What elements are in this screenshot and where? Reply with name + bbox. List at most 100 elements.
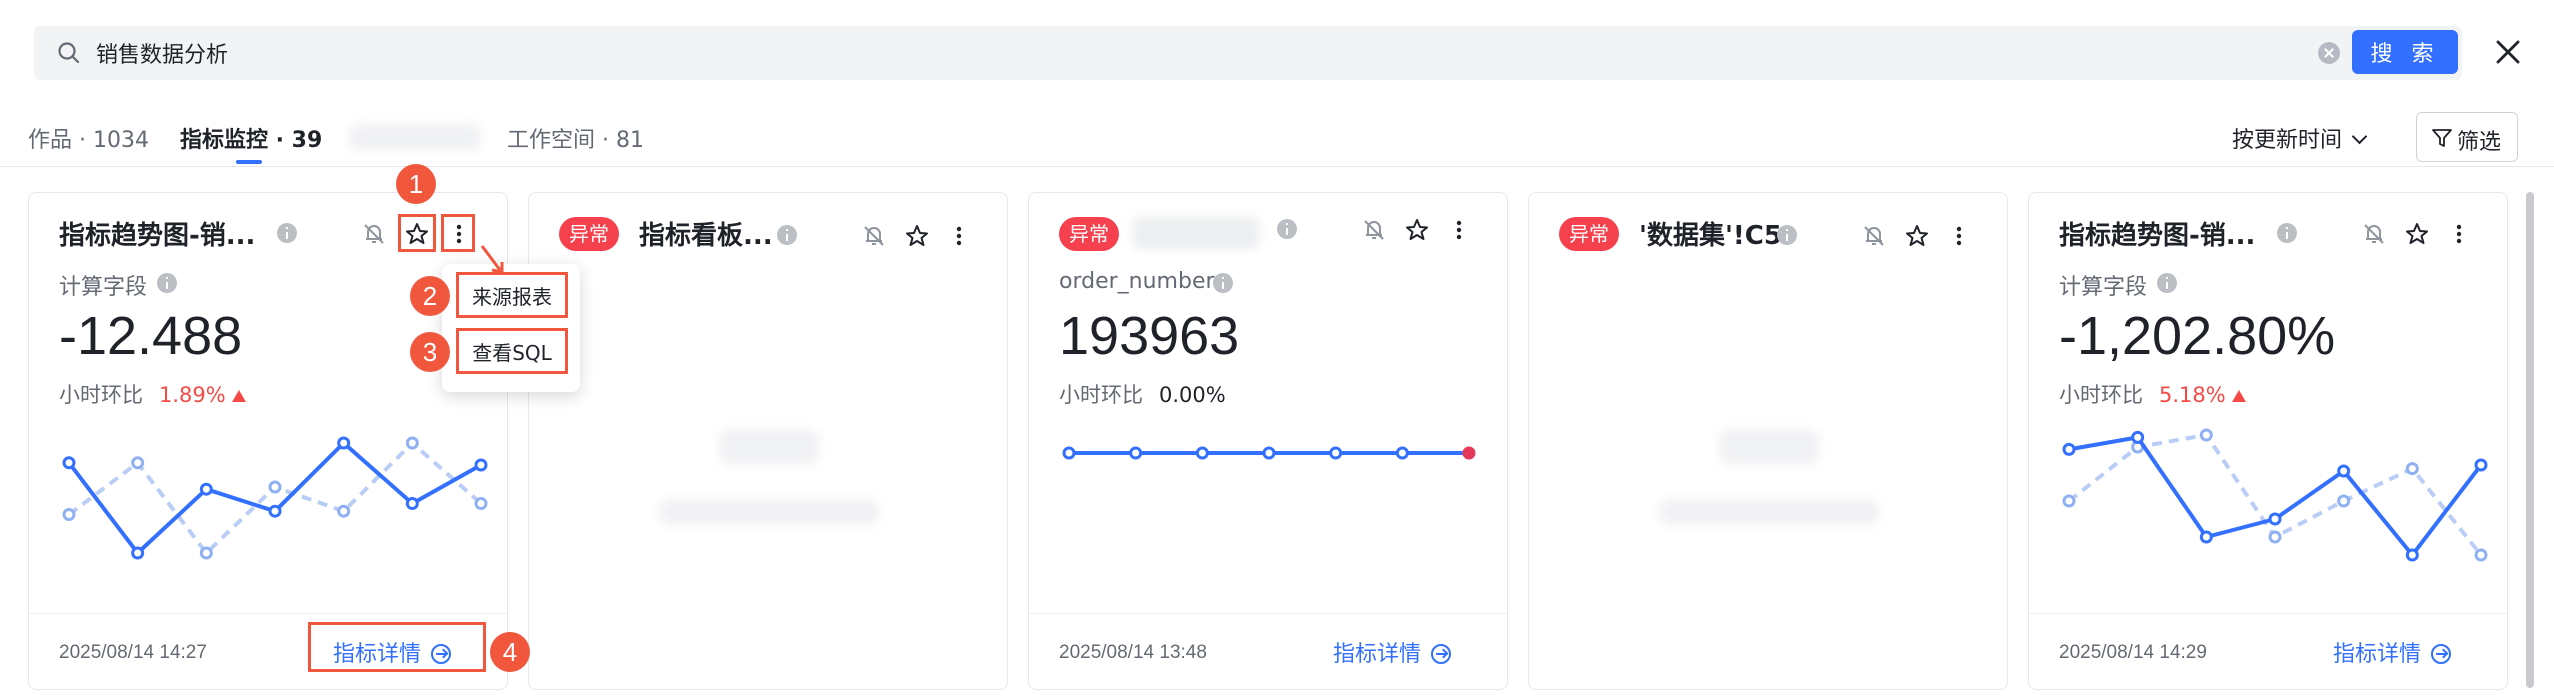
info-icon <box>157 273 177 293</box>
alert-muted-icon[interactable] <box>2359 219 2389 249</box>
search-input[interactable] <box>96 26 2296 80</box>
metric-value: -1,202.80% <box>2059 306 2336 366</box>
metric-detail-link[interactable]: 指标详情 <box>2333 636 2452 668</box>
data-point <box>2405 548 2419 562</box>
filter-icon <box>2432 129 2452 147</box>
info-icon <box>1277 219 1297 239</box>
metric-detail-link[interactable]: 指标详情 <box>1333 636 1452 668</box>
info-icon <box>777 225 797 245</box>
data-point <box>2474 458 2488 472</box>
data-point <box>337 436 351 450</box>
data-point <box>268 504 282 518</box>
callout-1: 1 <box>396 164 436 204</box>
timestamp: 2025/08/14 14:27 <box>59 642 207 663</box>
field-label: order_number <box>1059 269 1215 294</box>
data-point <box>62 456 76 470</box>
data-point <box>1129 446 1143 460</box>
empty-state-graphic <box>719 429 819 465</box>
info-icon <box>2277 223 2297 243</box>
data-point <box>1062 446 1076 460</box>
metric-card[interactable]: 异常 '数据集'!C5 <box>1528 192 2008 690</box>
data-point <box>2474 548 2488 562</box>
field-label-text: order_number <box>1059 269 1215 294</box>
search-bar <box>34 26 2462 80</box>
data-point <box>2062 494 2076 508</box>
alert-muted-icon[interactable] <box>359 219 389 249</box>
data-point <box>268 480 282 494</box>
data-point <box>62 508 76 521</box>
data-point <box>2199 530 2213 544</box>
card-title: '数据集'!C5 <box>1639 221 1782 251</box>
star-icon[interactable] <box>1402 215 1432 245</box>
metric-detail-label: 指标详情 <box>2333 642 2422 667</box>
alert-muted-icon[interactable] <box>1359 215 1389 245</box>
star-icon[interactable] <box>902 221 932 251</box>
data-point <box>2337 494 2351 508</box>
alert-muted-icon[interactable] <box>1859 221 1889 251</box>
callout-4: 4 <box>490 632 530 672</box>
card-title: 指标看板... <box>639 221 773 251</box>
more-icon[interactable] <box>2444 219 2474 249</box>
scrollbar[interactable] <box>2526 192 2534 688</box>
filter-label: 筛选 <box>2457 130 2502 155</box>
compare-row: 小时环比 0.00% <box>1059 379 1226 409</box>
tab-metric-monitor[interactable]: 指标监控 · 39 <box>180 122 322 154</box>
more-icon[interactable] <box>1444 215 1474 245</box>
alert-muted-icon[interactable] <box>859 221 889 251</box>
status-badge: 异常 <box>1059 217 1119 251</box>
star-icon[interactable] <box>1902 221 1932 251</box>
data-point <box>2062 442 2076 456</box>
trend-up-icon <box>2231 390 2246 402</box>
search-icon <box>58 42 80 64</box>
data-point <box>2337 464 2351 478</box>
field-label-text: 计算字段 <box>2059 275 2148 300</box>
data-point <box>1262 446 1276 460</box>
arrow-annotation <box>480 245 504 274</box>
arrow-right-circle-icon <box>1431 644 1452 664</box>
compare-row: 小时环比 5.18% <box>2059 379 2246 409</box>
status-badge: 异常 <box>1559 217 1619 251</box>
compare-value: 5.18% <box>2159 383 2226 407</box>
tab-works[interactable]: 作品 · 1034 <box>28 122 149 154</box>
close-icon[interactable] <box>2488 32 2528 72</box>
series-line-current <box>67 441 482 555</box>
more-icon[interactable] <box>944 221 974 251</box>
field-label: 计算字段 <box>59 269 147 301</box>
metric-card[interactable]: 异常 order_number 193963 小时环比 0.00% 2025/08… <box>1028 192 1508 690</box>
trend-chart <box>62 436 488 560</box>
filter-button[interactable]: 筛选 <box>2416 112 2518 162</box>
metric-card[interactable]: 指标趋势图-销... 计算字段 -1,202.80% 小时环比 5.18% 202… <box>2028 192 2508 690</box>
more-menu: 来源报表 查看SQL <box>442 264 580 392</box>
tab-workspace[interactable]: 工作空间 · 81 <box>507 122 644 154</box>
data-point <box>2268 512 2282 526</box>
info-icon <box>1777 225 1797 245</box>
card-footer: 2025/08/14 13:48 指标详情 <box>1029 613 1507 689</box>
more-icon[interactable] <box>1944 221 1974 251</box>
sort-select[interactable]: 按更新时间 <box>2232 122 2368 154</box>
star-icon[interactable] <box>2402 219 2432 249</box>
timestamp: 2025/08/14 13:48 <box>1059 642 1207 663</box>
data-point <box>474 497 488 510</box>
search-button[interactable]: 搜 索 <box>2352 30 2458 74</box>
compare-label: 小时环比 <box>59 383 143 407</box>
chevron-down-icon <box>2351 128 2368 145</box>
compare-row: 小时环比 1.89% <box>59 379 246 409</box>
info-icon <box>2157 273 2177 293</box>
menu-item-view-sql[interactable]: 查看SQL <box>456 328 568 374</box>
metric-card[interactable]: 异常 指标看板... <box>528 192 1008 690</box>
field-label-text: 计算字段 <box>59 275 148 300</box>
field-label: 计算字段 <box>2059 269 2147 301</box>
metric-card[interactable]: 指标趋势图-销... 计算字段 -12.488 小时环比 1.89% 2025/0… <box>28 192 508 690</box>
compare-label: 小时环比 <box>1059 383 1143 407</box>
data-point <box>2405 462 2419 476</box>
compare-label: 小时环比 <box>2059 383 2143 407</box>
data-point <box>2268 530 2282 544</box>
empty-state-text <box>659 499 879 525</box>
tab-redacted[interactable] <box>350 124 480 150</box>
clear-search-icon[interactable] <box>2318 42 2340 64</box>
info-icon <box>277 223 297 243</box>
status-badge: 异常 <box>559 217 619 251</box>
data-point <box>2199 428 2213 442</box>
data-point <box>337 504 351 518</box>
data-point <box>199 546 213 560</box>
